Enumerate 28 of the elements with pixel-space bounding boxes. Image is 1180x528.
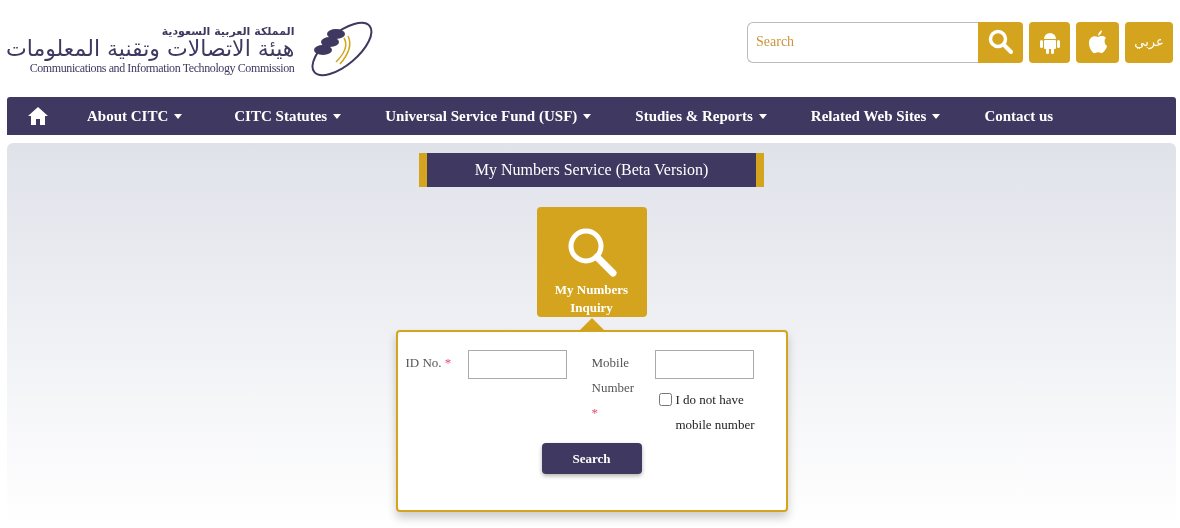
nav-link[interactable]: About CITC — [87, 104, 183, 128]
required-mark: * — [444, 355, 452, 370]
nav-link[interactable]: CITC Statutes — [234, 104, 342, 128]
field-label: ID No. — [405, 355, 442, 370]
nav-link[interactable]: Related Web Sites — [810, 104, 941, 128]
apple-button[interactable] — [1076, 21, 1119, 63]
logo-text: المملكة العربية السعودية — [161, 26, 295, 38]
android-icon — [1039, 30, 1060, 54]
apple-icon — [1087, 30, 1108, 54]
home-icon — [27, 106, 49, 126]
id-input[interactable] — [467, 350, 567, 379]
home-link[interactable] — [27, 106, 49, 126]
search-button[interactable]: Search — [541, 443, 642, 474]
checkbox-label: I do not have mobile number — [675, 391, 756, 434]
nav-link[interactable]: Contact us — [984, 104, 1054, 128]
service-title: My Numbers Service (Beta Version) — [419, 153, 764, 187]
search-icon — [987, 29, 1014, 55]
logo-text: هيئة الاتصالات وتقنية المعلومات — [6, 37, 295, 62]
logo-text: Communications and Information Technology Commission — [29, 61, 295, 75]
nav-link[interactable]: Universal Service Fund (USF) — [385, 104, 592, 128]
mobile-input[interactable] — [654, 350, 754, 379]
checkbox[interactable] — [658, 393, 672, 406]
field-label: Mobile Number — [591, 354, 636, 397]
search-button[interactable] — [978, 21, 1023, 63]
nav-link[interactable]: Studies & Reports — [635, 104, 767, 128]
android-button[interactable] — [1029, 21, 1070, 63]
search-field[interactable]: Search — [747, 21, 978, 63]
required-mark: * — [591, 405, 598, 420]
